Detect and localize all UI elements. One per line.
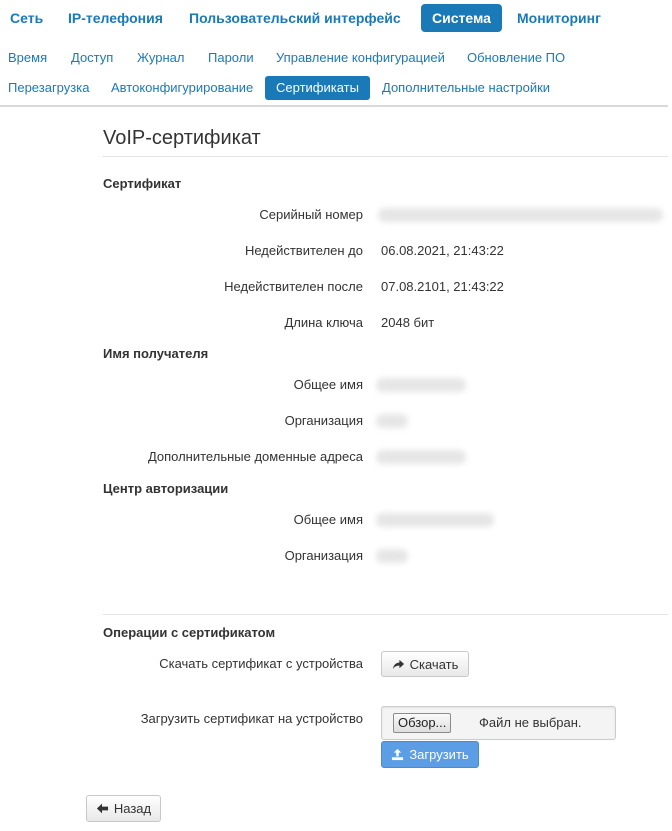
back-button[interactable]: Назад xyxy=(86,795,161,822)
nav-item-user-interface[interactable]: Пользовательский интерфейс xyxy=(178,4,412,32)
tab-access[interactable]: Доступ xyxy=(60,46,124,70)
tab-config-management[interactable]: Управление конфигурацией xyxy=(265,46,456,70)
upload-button[interactable]: Загрузить xyxy=(381,741,479,768)
subject-common-name-redacted xyxy=(376,378,466,392)
nav-item-monitoring[interactable]: Мониторинг xyxy=(506,4,612,32)
key-length-label: Длина ключа xyxy=(284,315,363,330)
operations-heading: Операции с сертификатом xyxy=(103,625,276,640)
share-arrow-icon xyxy=(392,658,405,671)
upload-certificate-label: Загрузить сертификат на устройство xyxy=(140,711,363,726)
download-certificate-label: Скачать сертификат с устройства xyxy=(159,656,363,671)
nav-item-system[interactable]: Система xyxy=(421,4,502,32)
tab-certificates[interactable]: Сертификаты xyxy=(265,76,370,100)
certificate-heading: Сертификат xyxy=(103,176,182,191)
tab-time[interactable]: Время xyxy=(0,46,58,70)
tab-log[interactable]: Журнал xyxy=(126,46,195,70)
title-divider xyxy=(103,156,668,157)
file-input[interactable]: Обзор... Файл не выбран. xyxy=(381,706,616,740)
tab-firmware-update[interactable]: Обновление ПО xyxy=(456,46,576,70)
not-after-label: Недействителен после xyxy=(224,279,363,294)
browse-button[interactable]: Обзор... xyxy=(393,713,452,733)
download-button[interactable]: Скачать xyxy=(381,651,469,677)
tab-advanced-settings[interactable]: Дополнительные настройки xyxy=(371,76,561,100)
issuer-common-name-redacted xyxy=(376,513,494,527)
subject-common-name-label: Общее имя xyxy=(293,377,363,392)
nav-item-ip-telephony[interactable]: IP-телефония xyxy=(57,4,174,32)
nav-item-network[interactable]: Сеть xyxy=(0,4,54,32)
subject-organization-label: Организация xyxy=(284,413,363,428)
issuer-organization-redacted xyxy=(376,549,408,563)
subject-organization-redacted xyxy=(376,414,408,428)
tab-reboot[interactable]: Перезагрузка xyxy=(0,76,100,100)
serial-number-label: Серийный номер xyxy=(259,207,363,222)
back-button-label: Назад xyxy=(113,801,152,816)
page-title: VoIP-сертификат xyxy=(103,127,261,149)
subject-alt-names-label: Дополнительные доменные адреса xyxy=(147,449,363,464)
serial-number-value-redacted xyxy=(378,208,663,222)
operations-divider xyxy=(103,614,668,615)
upload-icon xyxy=(391,748,404,761)
file-status: Файл не выбран. xyxy=(479,715,582,730)
not-after-value: 07.08.2101, 21:43:22 xyxy=(381,279,504,294)
tab-autoconfig[interactable]: Автоконфигурирование xyxy=(100,76,264,100)
not-before-label: Недействителен до xyxy=(244,243,363,258)
issuer-organization-label: Организация xyxy=(284,548,363,563)
nav-divider xyxy=(0,105,668,107)
download-button-label: Скачать xyxy=(409,656,459,672)
not-before-value: 06.08.2021, 21:43:22 xyxy=(381,243,504,258)
arrow-left-icon xyxy=(96,802,109,815)
upload-button-label: Загрузить xyxy=(409,747,469,762)
subject-alt-names-redacted xyxy=(376,450,466,464)
issuer-common-name-label: Общее имя xyxy=(293,512,363,527)
subject-heading: Имя получателя xyxy=(103,346,209,361)
tab-passwords[interactable]: Пароли xyxy=(197,46,265,70)
key-length-value: 2048 бит xyxy=(381,315,435,330)
issuer-heading: Центр авторизации xyxy=(103,481,229,496)
